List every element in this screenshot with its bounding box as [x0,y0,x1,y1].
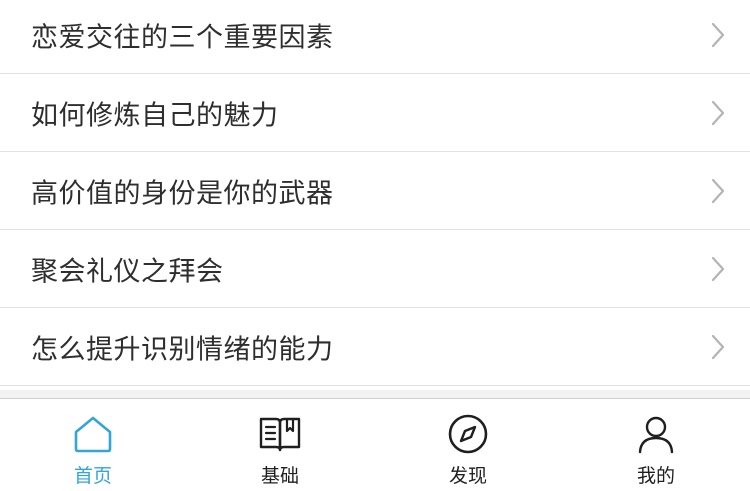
list-item-label: 高价值的身份是你的武器 [31,178,334,210]
tab-label: 基础 [260,465,299,487]
user-icon [638,416,674,454]
home-icon [74,416,112,453]
tab-profile[interactable]: 我的 [596,399,716,491]
list-bottom-divider [0,390,750,398]
list-item[interactable]: 怎么提升识别情绪的能力 [0,309,750,386]
list-item-label: 怎么提升识别情绪的能力 [31,334,334,366]
chevron-right-icon [711,256,725,282]
tab-basics[interactable]: 基础 [220,399,340,491]
tab-label: 我的 [636,465,675,487]
tab-label: 首页 [73,465,112,487]
book-icon [259,417,301,452]
list-item[interactable]: 高价值的身份是你的武器 [0,153,750,230]
chevron-right-icon [711,22,725,48]
tab-discover[interactable]: 发现 [408,399,528,491]
tab-home[interactable]: 首页 [33,399,153,491]
tab-label: 发现 [448,465,487,487]
chevron-right-icon [711,100,725,126]
list-item[interactable]: 如何修炼自己的魅力 [0,75,750,152]
bottom-tab-bar: 首页 基础 发现 我的 [0,398,750,490]
compass-icon [448,414,488,454]
list-item-label: 如何修炼自己的魅力 [31,100,279,132]
chevron-right-icon [711,178,725,204]
article-list: 恋爱交往的三个重要因素 如何修炼自己的魅力 高价值的身份是你的武器 聚会礼仪之拜… [0,0,750,398]
list-item-label: 聚会礼仪之拜会 [31,256,224,288]
list-item[interactable]: 聚会礼仪之拜会 [0,231,750,308]
list-item-label: 恋爱交往的三个重要因素 [31,22,334,54]
list-item[interactable]: 恋爱交往的三个重要因素 [0,0,750,74]
chevron-right-icon [711,334,725,360]
